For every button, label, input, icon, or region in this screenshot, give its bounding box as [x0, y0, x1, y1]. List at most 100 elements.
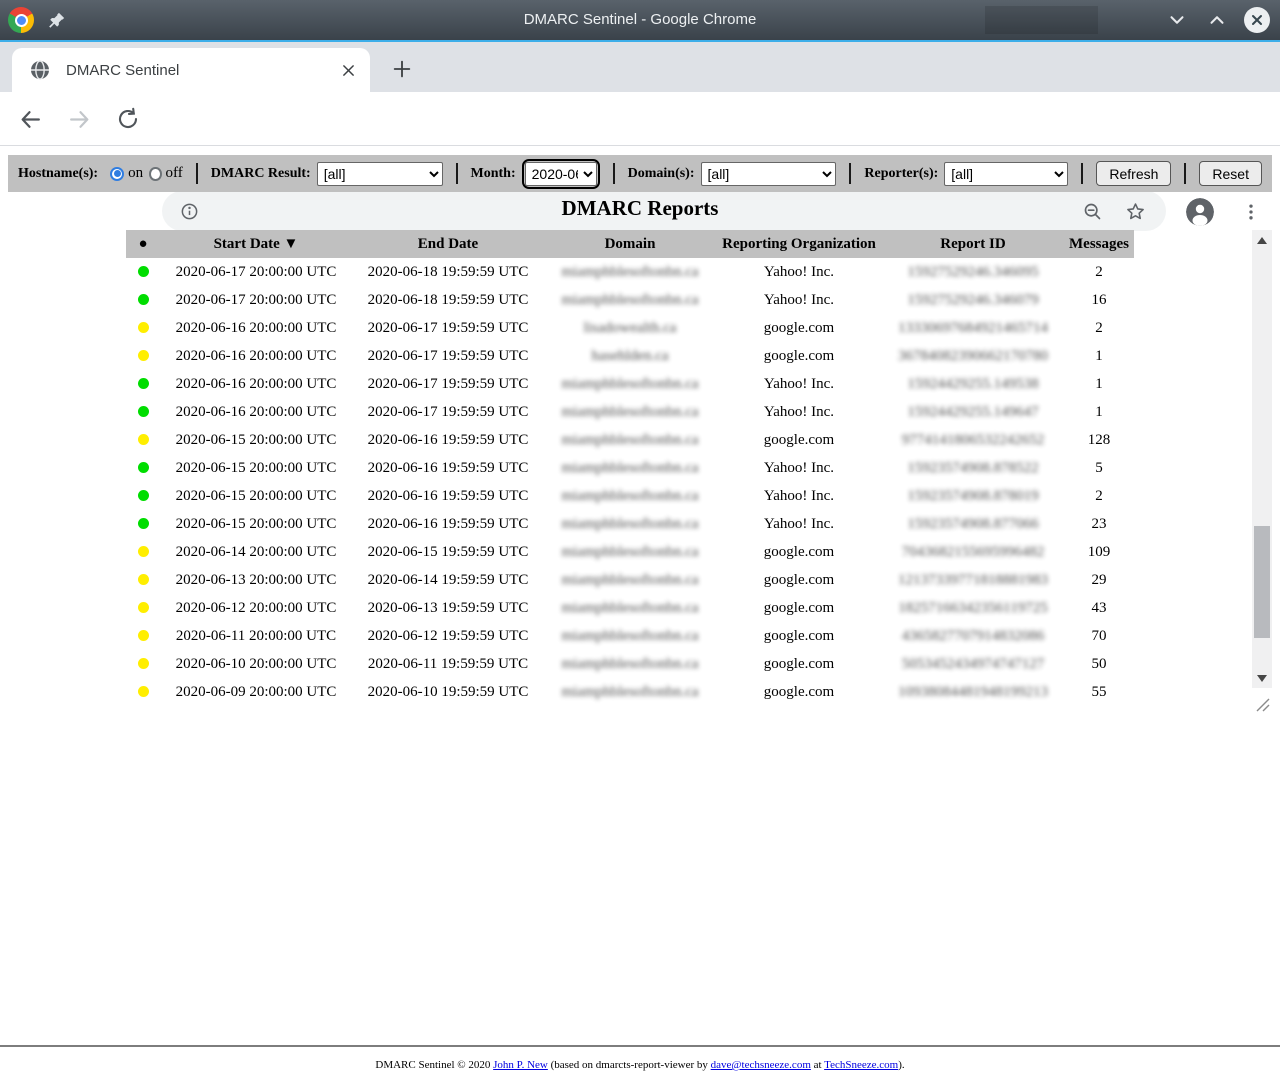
- messages-cell: 55: [1064, 678, 1134, 706]
- messages-cell: 23: [1064, 510, 1134, 538]
- status-dot: [138, 462, 149, 473]
- tab-dmarc-sentinel[interactable]: DMARC Sentinel: [12, 48, 370, 92]
- messages-cell: 16: [1064, 286, 1134, 314]
- start-date-cell: 2020-06-16 20:00:00 UTC: [160, 314, 352, 342]
- email-link[interactable]: dave@techsneeze.com: [711, 1059, 811, 1071]
- messages-cell: 1: [1064, 342, 1134, 370]
- reporting-org-cell: google.com: [716, 566, 882, 594]
- resize-grip-icon[interactable]: [1252, 688, 1272, 715]
- reporters-select[interactable]: [all]: [944, 162, 1068, 186]
- site-link[interactable]: TechSneeze.com: [824, 1059, 898, 1071]
- filter-separator: [613, 163, 615, 184]
- table-row[interactable]: 2020-06-10 20:00:00 UTC 2020-06-11 19:59…: [126, 650, 1134, 678]
- hostname-on-radio[interactable]: [110, 167, 124, 181]
- start-date-cell: 2020-06-14 20:00:00 UTC: [160, 538, 352, 566]
- table-row[interactable]: 2020-06-17 20:00:00 UTC 2020-06-18 19:59…: [126, 258, 1134, 286]
- table-row[interactable]: 2020-06-14 20:00:00 UTC 2020-06-15 19:59…: [126, 538, 1134, 566]
- close-icon[interactable]: [1244, 7, 1270, 33]
- status-dot: [138, 518, 149, 529]
- table-row[interactable]: 2020-06-16 20:00:00 UTC 2020-06-17 19:59…: [126, 314, 1134, 342]
- month-select[interactable]: 2020-06: [525, 162, 597, 186]
- report-id-cell: 15924429255.149647: [882, 398, 1064, 426]
- status-dot: [138, 266, 149, 277]
- status-dot: [138, 574, 149, 585]
- start-date-column-header[interactable]: Start Date ▼: [160, 230, 352, 258]
- messages-column-header[interactable]: Messages: [1064, 230, 1134, 258]
- scrollbar-thumb[interactable]: [1254, 526, 1270, 638]
- footer-divider: [0, 1045, 1280, 1047]
- report-id-cell: 12137339771818881983: [882, 566, 1064, 594]
- reset-button[interactable]: Reset: [1199, 161, 1262, 186]
- scroll-up-icon[interactable]: [1252, 232, 1272, 248]
- table-row[interactable]: 2020-06-11 20:00:00 UTC 2020-06-12 19:59…: [126, 622, 1134, 650]
- back-icon[interactable]: [18, 107, 43, 132]
- globe-favicon: [30, 60, 50, 80]
- table-row[interactable]: 2020-06-13 20:00:00 UTC 2020-06-14 19:59…: [126, 566, 1134, 594]
- window-title: DMARC Sentinel - Google Chrome: [0, 0, 1280, 40]
- start-date-cell: 2020-06-15 20:00:00 UTC: [160, 482, 352, 510]
- reporting-org-column-header[interactable]: Reporting Organization: [716, 230, 882, 258]
- domain-cell: miamphblesoftonbn.ca: [544, 538, 716, 566]
- table-row[interactable]: 2020-06-15 20:00:00 UTC 2020-06-16 19:59…: [126, 454, 1134, 482]
- scroll-down-icon[interactable]: [1252, 670, 1272, 686]
- browser-toolbar: [0, 92, 1280, 146]
- table-row[interactable]: 2020-06-15 20:00:00 UTC 2020-06-16 19:59…: [126, 426, 1134, 454]
- report-id-cell: 18257166342356119725: [882, 594, 1064, 622]
- start-date-cell: 2020-06-17 20:00:00 UTC: [160, 258, 352, 286]
- table-row[interactable]: 2020-06-12 20:00:00 UTC 2020-06-13 19:59…: [126, 594, 1134, 622]
- report-id-column-header[interactable]: Report ID: [882, 230, 1064, 258]
- refresh-button[interactable]: Refresh: [1096, 161, 1171, 186]
- month-focus-ring: 2020-06: [522, 159, 600, 189]
- table-row[interactable]: 2020-06-09 20:00:00 UTC 2020-06-10 19:59…: [126, 678, 1134, 706]
- start-date-cell: 2020-06-16 20:00:00 UTC: [160, 370, 352, 398]
- table-row[interactable]: 2020-06-15 20:00:00 UTC 2020-06-16 19:59…: [126, 482, 1134, 510]
- domains-label: Domain(s):: [628, 166, 695, 182]
- messages-cell: 1: [1064, 398, 1134, 426]
- reporting-org-cell: Yahoo! Inc.: [716, 482, 882, 510]
- table-row[interactable]: 2020-06-16 20:00:00 UTC 2020-06-17 19:59…: [126, 398, 1134, 426]
- hostname-label: Hostname(s):: [18, 166, 98, 182]
- month-label: Month:: [471, 166, 516, 182]
- table-row[interactable]: 2020-06-17 20:00:00 UTC 2020-06-18 19:59…: [126, 286, 1134, 314]
- new-tab-icon[interactable]: [388, 55, 416, 83]
- start-date-cell: 2020-06-17 20:00:00 UTC: [160, 286, 352, 314]
- filter-separator: [196, 163, 198, 184]
- reporting-org-cell: google.com: [716, 678, 882, 706]
- table-scrollbar[interactable]: [1252, 230, 1272, 688]
- messages-cell: 2: [1064, 482, 1134, 510]
- end-date-column-header[interactable]: End Date: [352, 230, 544, 258]
- domain-column-header[interactable]: Domain: [544, 230, 716, 258]
- domains-select[interactable]: [all]: [701, 162, 837, 186]
- minimize-icon[interactable]: [1164, 7, 1190, 33]
- report-id-cell: 15923574908.878019: [882, 482, 1064, 510]
- report-id-cell: 15924429255.149538: [882, 370, 1064, 398]
- reporting-org-cell: google.com: [716, 538, 882, 566]
- maximize-icon[interactable]: [1204, 7, 1230, 33]
- status-column-header[interactable]: ●: [126, 230, 160, 258]
- forward-icon[interactable]: [67, 107, 92, 132]
- tab-close-icon[interactable]: [338, 60, 358, 80]
- messages-cell: 128: [1064, 426, 1134, 454]
- dmarc-result-select[interactable]: [all]: [317, 162, 443, 186]
- reporting-org-cell: google.com: [716, 342, 882, 370]
- table-row[interactable]: 2020-06-16 20:00:00 UTC 2020-06-17 19:59…: [126, 342, 1134, 370]
- reporting-org-cell: google.com: [716, 650, 882, 678]
- reporting-org-cell: google.com: [716, 314, 882, 342]
- page-title: DMARC Reports: [0, 196, 1280, 221]
- filter-separator: [849, 163, 851, 184]
- hostname-off-radio[interactable]: [149, 167, 161, 181]
- status-dot: [138, 406, 149, 417]
- domain-cell: lisadowealth.ca: [544, 314, 716, 342]
- table-row[interactable]: 2020-06-16 20:00:00 UTC 2020-06-17 19:59…: [126, 370, 1134, 398]
- status-dot: [138, 658, 149, 669]
- table-row[interactable]: 2020-06-15 20:00:00 UTC 2020-06-16 19:59…: [126, 510, 1134, 538]
- author-link[interactable]: John P. New: [493, 1059, 548, 1071]
- report-id-cell: 4365827707914832086: [882, 622, 1064, 650]
- reload-icon[interactable]: [116, 107, 140, 131]
- end-date-cell: 2020-06-15 19:59:59 UTC: [352, 538, 544, 566]
- reporting-org-cell: Yahoo! Inc.: [716, 398, 882, 426]
- footer-prefix: DMARC Sentinel © 2020: [375, 1059, 493, 1071]
- reporting-org-cell: Yahoo! Inc.: [716, 258, 882, 286]
- filter-separator: [456, 163, 458, 184]
- filter-separator: [1184, 163, 1186, 184]
